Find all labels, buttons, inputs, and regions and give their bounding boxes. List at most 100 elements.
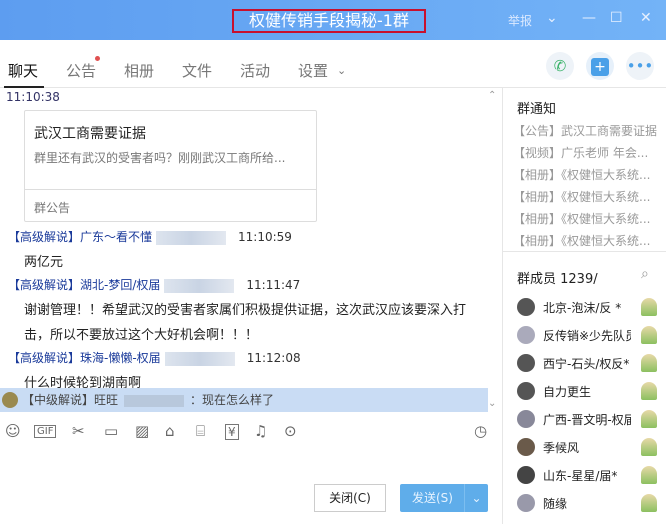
input-toolbar: ☺ GIF ✂ ▭ ▨ ⌂ ⌸ ¥ ♫ ⊙ ◷ xyxy=(0,420,500,444)
tab-settings[interactable]: 设置 xyxy=(298,60,328,81)
add-message-icon[interactable]: + xyxy=(586,52,614,80)
preview-text: ：现在怎么样了 xyxy=(190,393,275,407)
tab-album[interactable]: 相册 xyxy=(124,60,154,81)
member-item[interactable]: 自力更生 xyxy=(517,380,666,404)
image-icon[interactable]: ▨ xyxy=(135,422,149,440)
window-title: 权健传销手段揭秘-1群 xyxy=(232,9,426,33)
gift-icon[interactable]: ⌸ xyxy=(196,422,205,440)
avatar xyxy=(517,298,535,316)
avatar xyxy=(517,494,535,512)
tab-activities[interactable]: 活动 xyxy=(240,60,270,81)
avatar xyxy=(517,382,535,400)
member-item[interactable]: 随缘 xyxy=(517,492,666,516)
card-footer: 群公告 xyxy=(25,189,316,225)
level-icon xyxy=(641,326,657,344)
level-icon xyxy=(641,438,657,456)
blurred-name xyxy=(124,394,185,407)
maximize-icon[interactable]: ☐ xyxy=(610,10,623,26)
title-bar: 权健传销手段揭秘-1群 举报 ⌄ — ☐ ✕ xyxy=(0,0,666,40)
close-button[interactable]: 关闭(C) xyxy=(314,484,386,512)
folder-icon[interactable]: ▭ xyxy=(104,422,118,440)
chevron-down-icon[interactable]: ⌄ xyxy=(337,64,346,77)
phone-icon[interactable]: ✆ xyxy=(546,52,574,80)
screen-capture-icon[interactable]: ⌂ xyxy=(165,422,175,440)
more-options-icon[interactable]: ⊙ xyxy=(284,422,297,440)
blurred-name xyxy=(164,278,235,293)
member-item[interactable]: 北京-泡沫/反 * xyxy=(517,296,666,320)
group-notice-title: 群通知 xyxy=(517,102,557,117)
sender-name[interactable]: 广东～看不懂 xyxy=(80,230,152,244)
minimize-icon[interactable]: — xyxy=(582,10,596,26)
sender-name[interactable]: 湖北-梦回/权届 xyxy=(80,278,160,292)
history-clock-icon[interactable]: ◷ xyxy=(474,422,487,440)
unread-dot xyxy=(95,56,100,61)
close-icon[interactable]: ✕ xyxy=(640,10,652,26)
notice-item[interactable]: 【相册】《权健恒大系统... xyxy=(513,188,663,205)
sender-name[interactable]: 珠海-懒懒-权届 xyxy=(80,351,161,365)
more-icon[interactable]: ••• xyxy=(626,52,654,80)
member-item[interactable]: 西宁-石头/权反* xyxy=(517,352,666,376)
red-packet-icon[interactable]: ¥ xyxy=(225,424,239,440)
message-header: 【高级解说】珠海-懒懒-权届 11:12:08 xyxy=(8,349,301,366)
report-button[interactable]: 举报 xyxy=(508,12,532,29)
level-icon xyxy=(641,410,657,428)
avatar xyxy=(517,438,535,456)
scroll-up-icon[interactable]: ⌃ xyxy=(488,90,496,101)
message-time: 11:11:47 xyxy=(246,278,301,292)
message-text: 谢谢管理！！希望武汉的受害者家属们积极提供证据，这次武汉应该要深入打 xyxy=(24,303,467,318)
member-item[interactable]: 反传销※少先队员 xyxy=(517,324,666,348)
mute-bell-icon[interactable]: ♫ xyxy=(254,422,267,440)
notice-item[interactable]: 【相册】《权健恒大系统... xyxy=(513,232,663,249)
members-title: 群成员 1239/ xyxy=(517,272,598,287)
announcement-card[interactable]: 武汉工商需要证据 群里还有武汉的受害者吗？刚刚武汉工商所给... 群公告 xyxy=(24,110,317,222)
tab-files[interactable]: 文件 xyxy=(182,60,212,81)
level-icon xyxy=(641,298,657,316)
level-icon xyxy=(641,494,657,512)
message-header: 【高级解说】广东～看不懂 11:10:59 xyxy=(8,228,292,245)
member-item[interactable]: 山东-星星/届* xyxy=(517,464,666,488)
member-name: 山东-星星/届* xyxy=(543,469,618,483)
member-name: 西宁-石头/权反* xyxy=(543,357,630,371)
sender-name: 旺旺 xyxy=(94,393,119,407)
member-role: 【高级解说】 xyxy=(8,278,81,292)
member-name: 季候风 xyxy=(543,441,580,455)
tab-chat[interactable]: 聊天 xyxy=(8,60,38,81)
timestamp: 11:10:38 xyxy=(6,90,60,104)
notice-item[interactable]: 【视频】广乐老师 年会... xyxy=(513,144,663,161)
member-item[interactable]: 季候风 xyxy=(517,436,666,460)
notice-item[interactable]: 【相册】《权健恒大系统... xyxy=(513,210,663,227)
member-role: 【高级解说】 xyxy=(8,230,81,244)
avatar xyxy=(517,466,535,484)
chevron-down-icon[interactable]: ⌄ xyxy=(464,484,488,512)
level-icon xyxy=(641,466,657,484)
tab-announcements[interactable]: 公告 xyxy=(66,60,96,81)
new-message-preview[interactable]: 【中级解说】旺旺 ：现在怎么样了 xyxy=(0,388,488,412)
send-button[interactable]: 发送(S) ⌄ xyxy=(400,484,488,512)
notice-item[interactable]: 【公告】武汉工商需要证据 xyxy=(513,122,663,139)
member-role: 【高级解说】 xyxy=(8,351,81,365)
member-role: 【中级解说】 xyxy=(22,393,95,407)
blurred-name xyxy=(164,351,235,366)
divider xyxy=(503,251,666,252)
chevron-down-icon[interactable]: ⌄ xyxy=(546,10,558,26)
avatar xyxy=(517,354,535,372)
message-time: 11:10:59 xyxy=(238,230,292,244)
member-name: 反传销※少先队员 xyxy=(543,329,631,343)
notice-item[interactable]: 【相册】《权健恒大系统... xyxy=(513,166,663,183)
member-name: 随缘 xyxy=(543,497,568,511)
scroll-down-icon[interactable]: ⌄ xyxy=(488,398,496,409)
member-name: 自力更生 xyxy=(543,385,592,399)
member-item[interactable]: 广西-晋文明-权届 xyxy=(517,408,666,432)
search-icon[interactable]: ⌕ xyxy=(641,266,649,282)
member-name: 广西-晋文明-权届 xyxy=(543,413,631,427)
message-text: 两亿元 xyxy=(24,255,64,270)
chat-history[interactable]: 11:10:38 ⌃ 武汉工商需要证据 群里还有武汉的受害者吗？刚刚武汉工商所给… xyxy=(0,88,500,414)
message-time: 11:12:08 xyxy=(246,351,301,365)
emoji-icon[interactable]: ☺ xyxy=(5,422,21,440)
level-icon xyxy=(641,354,657,372)
scissors-icon[interactable]: ✂ xyxy=(72,422,85,440)
gif-icon[interactable]: GIF xyxy=(34,425,57,438)
blurred-name xyxy=(156,230,227,245)
member-name: 北京-泡沫/反 * xyxy=(543,301,622,315)
avatar xyxy=(2,392,18,408)
